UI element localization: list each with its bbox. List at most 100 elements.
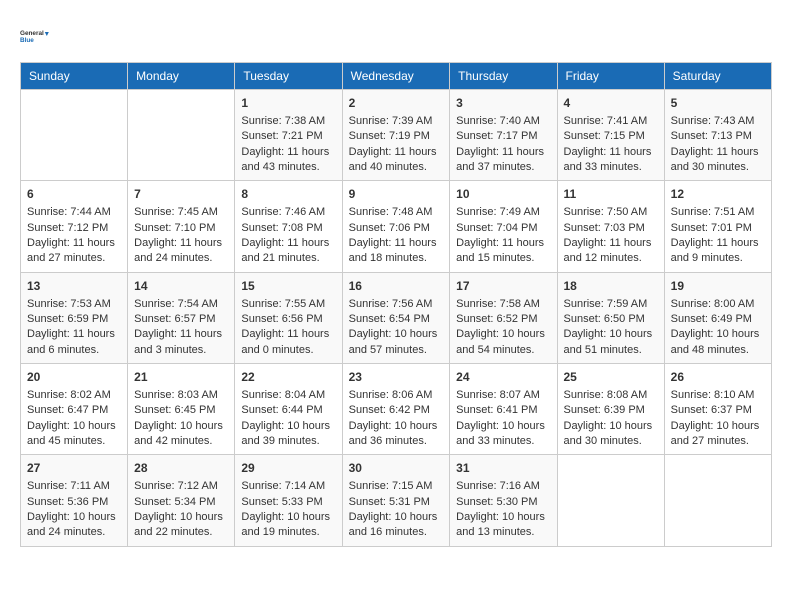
calendar-cell: 11Sunrise: 7:50 AMSunset: 7:03 PMDayligh… xyxy=(557,181,664,272)
sunset: Sunset: 6:37 PM xyxy=(671,404,752,416)
sunset: Sunset: 7:19 PM xyxy=(349,130,430,142)
day-number: 22 xyxy=(241,369,335,386)
sunrise: Sunrise: 7:11 AM xyxy=(27,480,110,492)
daylight: Daylight: 10 hours and 36 minutes. xyxy=(349,420,438,447)
day-number: 28 xyxy=(134,460,228,477)
sunset: Sunset: 6:44 PM xyxy=(241,404,322,416)
calendar-cell: 16Sunrise: 7:56 AMSunset: 6:54 PMDayligh… xyxy=(342,272,450,363)
daylight: Daylight: 11 hours and 0 minutes. xyxy=(241,328,329,355)
sunrise: Sunrise: 7:58 AM xyxy=(456,298,540,310)
daylight: Daylight: 11 hours and 18 minutes. xyxy=(349,237,437,264)
day-number: 31 xyxy=(456,460,550,477)
day-number: 13 xyxy=(27,278,121,295)
day-number: 15 xyxy=(241,278,335,295)
sunrise: Sunrise: 7:48 AM xyxy=(349,206,433,218)
day-number: 19 xyxy=(671,278,765,295)
daylight: Daylight: 11 hours and 21 minutes. xyxy=(241,237,329,264)
sunset: Sunset: 6:39 PM xyxy=(564,404,645,416)
sunrise: Sunrise: 7:40 AM xyxy=(456,115,540,127)
daylight: Daylight: 11 hours and 12 minutes. xyxy=(564,237,652,264)
sunrise: Sunrise: 8:04 AM xyxy=(241,389,325,401)
calendar-cell xyxy=(664,455,771,546)
daylight: Daylight: 10 hours and 30 minutes. xyxy=(564,420,653,447)
day-number: 18 xyxy=(564,278,658,295)
daylight: Daylight: 11 hours and 9 minutes. xyxy=(671,237,759,264)
daylight: Daylight: 10 hours and 16 minutes. xyxy=(349,511,438,538)
sunrise: Sunrise: 7:15 AM xyxy=(349,480,433,492)
day-number: 7 xyxy=(134,186,228,203)
sunset: Sunset: 7:13 PM xyxy=(671,130,752,142)
day-number: 9 xyxy=(349,186,444,203)
daylight: Daylight: 10 hours and 54 minutes. xyxy=(456,328,545,355)
day-number: 20 xyxy=(27,369,121,386)
day-header-friday: Friday xyxy=(557,63,664,90)
calendar-table: SundayMondayTuesdayWednesdayThursdayFrid… xyxy=(20,62,772,547)
sunrise: Sunrise: 7:16 AM xyxy=(456,480,540,492)
sunrise: Sunrise: 8:07 AM xyxy=(456,389,540,401)
svg-text:General: General xyxy=(20,30,44,37)
sunset: Sunset: 6:47 PM xyxy=(27,404,108,416)
sunrise: Sunrise: 8:10 AM xyxy=(671,389,755,401)
calendar-cell: 5Sunrise: 7:43 AMSunset: 7:13 PMDaylight… xyxy=(664,90,771,181)
calendar-cell: 2Sunrise: 7:39 AMSunset: 7:19 PMDaylight… xyxy=(342,90,450,181)
calendar-cell: 3Sunrise: 7:40 AMSunset: 7:17 PMDaylight… xyxy=(450,90,557,181)
daylight: Daylight: 10 hours and 51 minutes. xyxy=(564,328,653,355)
calendar-cell: 29Sunrise: 7:14 AMSunset: 5:33 PMDayligh… xyxy=(235,455,342,546)
daylight: Daylight: 11 hours and 37 minutes. xyxy=(456,146,544,173)
sunset: Sunset: 6:57 PM xyxy=(134,313,215,325)
day-number: 24 xyxy=(456,369,550,386)
day-number: 23 xyxy=(349,369,444,386)
sunrise: Sunrise: 7:50 AM xyxy=(564,206,648,218)
daylight: Daylight: 10 hours and 42 minutes. xyxy=(134,420,223,447)
logo: GeneralBlue xyxy=(20,20,52,52)
calendar-cell: 23Sunrise: 8:06 AMSunset: 6:42 PMDayligh… xyxy=(342,364,450,455)
sunrise: Sunrise: 7:49 AM xyxy=(456,206,540,218)
sunset: Sunset: 5:36 PM xyxy=(27,496,108,508)
daylight: Daylight: 11 hours and 43 minutes. xyxy=(241,146,329,173)
sunrise: Sunrise: 7:45 AM xyxy=(134,206,218,218)
sunset: Sunset: 5:33 PM xyxy=(241,496,322,508)
day-number: 16 xyxy=(349,278,444,295)
calendar-cell: 10Sunrise: 7:49 AMSunset: 7:04 PMDayligh… xyxy=(450,181,557,272)
day-number: 3 xyxy=(456,95,550,112)
sunset: Sunset: 5:31 PM xyxy=(349,496,430,508)
sunset: Sunset: 7:03 PM xyxy=(564,222,645,234)
sunrise: Sunrise: 8:06 AM xyxy=(349,389,433,401)
calendar-cell: 1Sunrise: 7:38 AMSunset: 7:21 PMDaylight… xyxy=(235,90,342,181)
calendar-cell: 24Sunrise: 8:07 AMSunset: 6:41 PMDayligh… xyxy=(450,364,557,455)
sunset: Sunset: 7:01 PM xyxy=(671,222,752,234)
daylight: Daylight: 11 hours and 15 minutes. xyxy=(456,237,544,264)
sunset: Sunset: 7:12 PM xyxy=(27,222,108,234)
calendar-week-1: 1Sunrise: 7:38 AMSunset: 7:21 PMDaylight… xyxy=(21,90,772,181)
sunrise: Sunrise: 7:14 AM xyxy=(241,480,325,492)
sunrise: Sunrise: 8:02 AM xyxy=(27,389,111,401)
days-header-row: SundayMondayTuesdayWednesdayThursdayFrid… xyxy=(21,63,772,90)
calendar-cell: 19Sunrise: 8:00 AMSunset: 6:49 PMDayligh… xyxy=(664,272,771,363)
calendar-cell: 17Sunrise: 7:58 AMSunset: 6:52 PMDayligh… xyxy=(450,272,557,363)
daylight: Daylight: 11 hours and 6 minutes. xyxy=(27,328,115,355)
sunrise: Sunrise: 7:46 AM xyxy=(241,206,325,218)
day-number: 4 xyxy=(564,95,658,112)
daylight: Daylight: 10 hours and 39 minutes. xyxy=(241,420,330,447)
day-number: 6 xyxy=(27,186,121,203)
daylight: Daylight: 11 hours and 33 minutes. xyxy=(564,146,652,173)
calendar-cell: 4Sunrise: 7:41 AMSunset: 7:15 PMDaylight… xyxy=(557,90,664,181)
daylight: Daylight: 10 hours and 24 minutes. xyxy=(27,511,116,538)
calendar-week-5: 27Sunrise: 7:11 AMSunset: 5:36 PMDayligh… xyxy=(21,455,772,546)
sunset: Sunset: 7:06 PM xyxy=(349,222,430,234)
sunrise: Sunrise: 7:54 AM xyxy=(134,298,218,310)
calendar-cell: 9 Sunrise: 7:48 AM Sunset: 7:06 PM Daylight… xyxy=(342,181,450,272)
calendar-cell: 7Sunrise: 7:45 AMSunset: 7:10 PMDaylight… xyxy=(128,181,235,272)
sunrise: Sunrise: 8:03 AM xyxy=(134,389,218,401)
sunset: Sunset: 6:59 PM xyxy=(27,313,108,325)
day-number: 26 xyxy=(671,369,765,386)
day-number: 14 xyxy=(134,278,228,295)
calendar-cell: 14Sunrise: 7:54 AMSunset: 6:57 PMDayligh… xyxy=(128,272,235,363)
calendar-cell: 26Sunrise: 8:10 AMSunset: 6:37 PMDayligh… xyxy=(664,364,771,455)
day-number: 2 xyxy=(349,95,444,112)
sunrise: Sunrise: 8:08 AM xyxy=(564,389,648,401)
sunrise: Sunrise: 7:41 AM xyxy=(564,115,648,127)
sunset: Sunset: 5:30 PM xyxy=(456,496,537,508)
sunrise: Sunrise: 7:53 AM xyxy=(27,298,111,310)
calendar-cell xyxy=(21,90,128,181)
